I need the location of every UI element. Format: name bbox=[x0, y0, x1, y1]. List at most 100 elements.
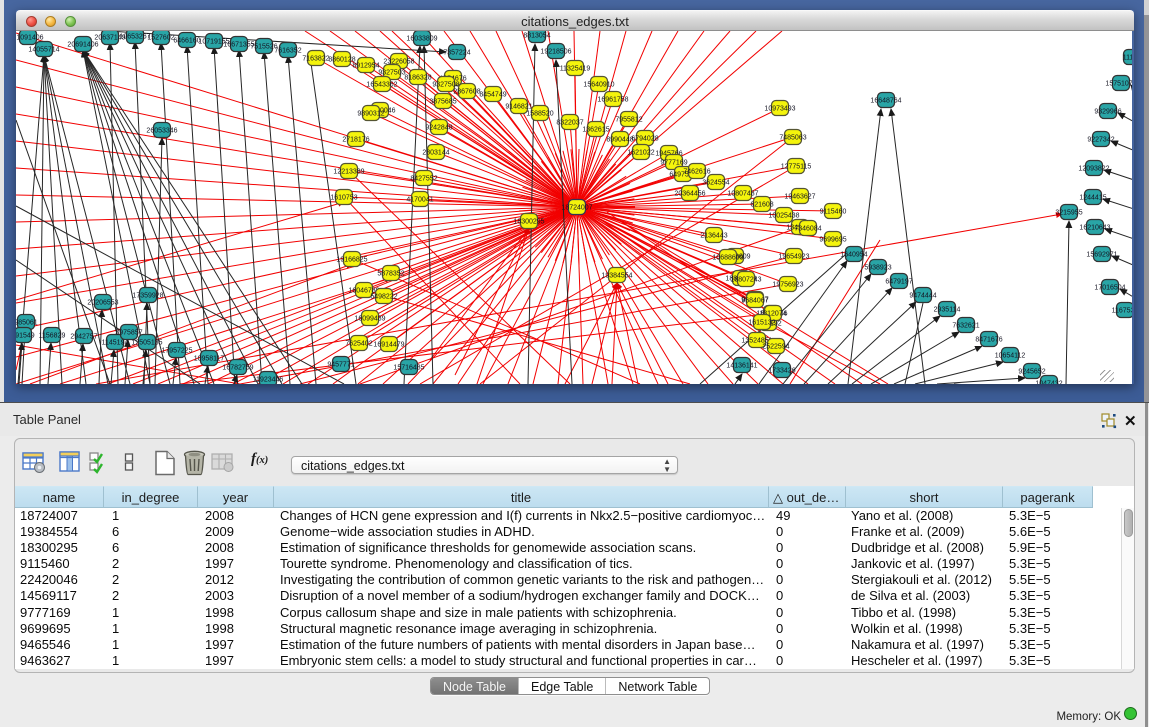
svg-text:16210643: 16210643 bbox=[1079, 225, 1110, 232]
svg-text:20364456: 20364456 bbox=[674, 191, 705, 198]
svg-text:10807487: 10807487 bbox=[727, 191, 758, 198]
svg-text:10973493: 10973493 bbox=[764, 106, 795, 113]
svg-text:1527602: 1527602 bbox=[147, 35, 174, 42]
svg-text:10653267: 10653267 bbox=[119, 34, 150, 41]
svg-text:16648764: 16648764 bbox=[870, 98, 901, 105]
svg-text:1362615: 1362615 bbox=[582, 127, 609, 134]
svg-text:5498222: 5498222 bbox=[370, 294, 397, 301]
svg-text:7163822: 7163822 bbox=[302, 56, 329, 63]
svg-text:2718176: 2718176 bbox=[342, 137, 369, 144]
svg-text:7346084: 7346084 bbox=[794, 226, 821, 233]
svg-text:9245652: 9245652 bbox=[1018, 369, 1045, 376]
svg-text:9327508: 9327508 bbox=[432, 82, 459, 89]
svg-text:1640954: 1640954 bbox=[840, 252, 867, 259]
svg-text:16961758: 16961758 bbox=[597, 97, 628, 104]
svg-text:7632621: 7632621 bbox=[952, 323, 979, 330]
svg-text:15640910: 15640910 bbox=[583, 82, 614, 89]
svg-text:9329966: 9329966 bbox=[1094, 109, 1121, 116]
svg-text:9684067: 9684067 bbox=[741, 298, 768, 305]
svg-text:2935114: 2935114 bbox=[934, 307, 961, 314]
svg-text:19654923: 19654923 bbox=[778, 254, 809, 261]
svg-text:9242848: 9242848 bbox=[425, 125, 452, 132]
svg-text:7616352: 7616352 bbox=[274, 48, 301, 55]
svg-text:18724007: 18724007 bbox=[561, 205, 592, 212]
svg-text:19384554: 19384554 bbox=[601, 273, 632, 280]
svg-text:14136141: 14136141 bbox=[726, 363, 757, 370]
svg-text:1167534: 1167534 bbox=[1112, 308, 1132, 315]
svg-text:1156829: 1156829 bbox=[39, 333, 66, 340]
svg-text:8471676: 8471676 bbox=[975, 337, 1002, 344]
svg-text:18300295: 18300295 bbox=[513, 219, 544, 226]
svg-text:11923446: 11923446 bbox=[253, 377, 284, 384]
svg-text:8454749: 8454749 bbox=[479, 92, 506, 99]
svg-text:9227342: 9227342 bbox=[1087, 137, 1114, 144]
svg-text:6479197: 6479197 bbox=[885, 279, 912, 286]
svg-text:11123: 11123 bbox=[1123, 55, 1132, 62]
svg-text:10958117: 10958117 bbox=[194, 356, 225, 363]
svg-text:8813054: 8813054 bbox=[523, 33, 550, 40]
svg-text:17957225: 17957225 bbox=[161, 348, 192, 355]
svg-text:19166825: 19166825 bbox=[336, 257, 367, 264]
svg-text:8912954: 8912954 bbox=[352, 63, 379, 70]
svg-text:7625402: 7625402 bbox=[345, 341, 372, 348]
svg-text:18807243: 18807243 bbox=[730, 277, 761, 284]
svg-text:9890312: 9890312 bbox=[357, 111, 384, 118]
svg-text:1047432: 1047432 bbox=[1035, 381, 1062, 385]
svg-text:9115460: 9115460 bbox=[820, 209, 847, 216]
svg-text:1244415: 1244415 bbox=[1079, 195, 1106, 202]
svg-text:15716485: 15716485 bbox=[393, 365, 424, 372]
svg-text:1145194: 1145194 bbox=[102, 340, 129, 347]
svg-text:7955812: 7955812 bbox=[615, 117, 642, 124]
svg-text:9777169: 9777169 bbox=[660, 160, 687, 167]
svg-text:7357224: 7357224 bbox=[443, 50, 470, 57]
svg-text:1588520: 1588520 bbox=[526, 111, 553, 118]
svg-text:20206553: 20206553 bbox=[87, 300, 118, 307]
svg-text:15692971: 15692971 bbox=[1086, 252, 1117, 259]
svg-text:21091406: 21091406 bbox=[16, 35, 44, 42]
svg-text:1733426: 1733426 bbox=[768, 368, 795, 375]
svg-text:6466160: 6466160 bbox=[173, 38, 200, 45]
svg-text:10654112: 10654112 bbox=[995, 353, 1026, 360]
svg-text:19218506: 19218506 bbox=[540, 49, 571, 56]
svg-text:1621022: 1621022 bbox=[627, 150, 654, 157]
svg-text:26053346: 26053346 bbox=[146, 128, 177, 135]
svg-text:2522594: 2522594 bbox=[762, 344, 789, 351]
svg-text:9699695: 9699695 bbox=[819, 237, 846, 244]
svg-text:12775115: 12775115 bbox=[781, 164, 812, 171]
svg-text:5878352: 5878352 bbox=[377, 271, 404, 278]
svg-text:20691406: 20691406 bbox=[67, 42, 98, 49]
svg-text:3215955: 3215955 bbox=[1055, 210, 1082, 217]
svg-text:2942757: 2942757 bbox=[70, 334, 97, 341]
svg-text:3975857: 3975857 bbox=[115, 330, 142, 337]
svg-text:9146821: 9146821 bbox=[505, 104, 532, 111]
svg-text:16543362: 16543362 bbox=[366, 82, 397, 89]
svg-text:3624554: 3624554 bbox=[702, 180, 729, 187]
svg-text:19463627: 19463627 bbox=[784, 194, 815, 201]
svg-text:391549: 391549 bbox=[16, 333, 35, 340]
svg-text:14055714: 14055714 bbox=[28, 47, 59, 54]
svg-text:8427552: 8427552 bbox=[410, 176, 437, 183]
svg-text:10688609: 10688609 bbox=[712, 255, 743, 262]
svg-text:8186328: 8186328 bbox=[404, 75, 431, 82]
svg-text:15751074: 15751074 bbox=[1105, 81, 1132, 88]
svg-text:621608: 621608 bbox=[750, 202, 773, 209]
svg-text:16099489: 16099489 bbox=[354, 316, 385, 323]
svg-text:19756923: 19756923 bbox=[772, 282, 803, 289]
svg-text:7485063: 7485063 bbox=[779, 135, 806, 142]
svg-text:2136443: 2136443 bbox=[700, 233, 727, 240]
svg-text:7462616: 7462616 bbox=[683, 169, 710, 176]
svg-text:12505135: 12505135 bbox=[131, 340, 162, 347]
svg-text:10025438: 10025438 bbox=[768, 213, 799, 220]
svg-text:8322037: 8322037 bbox=[556, 120, 583, 127]
svg-text:1610753: 1610753 bbox=[330, 195, 357, 202]
svg-text:9327503: 9327503 bbox=[378, 70, 405, 77]
svg-text:6794028: 6794028 bbox=[631, 136, 658, 143]
svg-text:1615132: 1615132 bbox=[748, 320, 775, 327]
svg-text:8990448: 8990448 bbox=[606, 137, 633, 144]
svg-text:11325419: 11325419 bbox=[560, 66, 591, 73]
svg-text:16033809: 16033809 bbox=[406, 36, 437, 43]
svg-text:16782759: 16782759 bbox=[222, 365, 253, 372]
svg-text:16914479: 16914479 bbox=[373, 342, 404, 349]
svg-text:9474444: 9474444 bbox=[909, 293, 936, 300]
svg-text:12093822: 12093822 bbox=[1078, 166, 1109, 173]
